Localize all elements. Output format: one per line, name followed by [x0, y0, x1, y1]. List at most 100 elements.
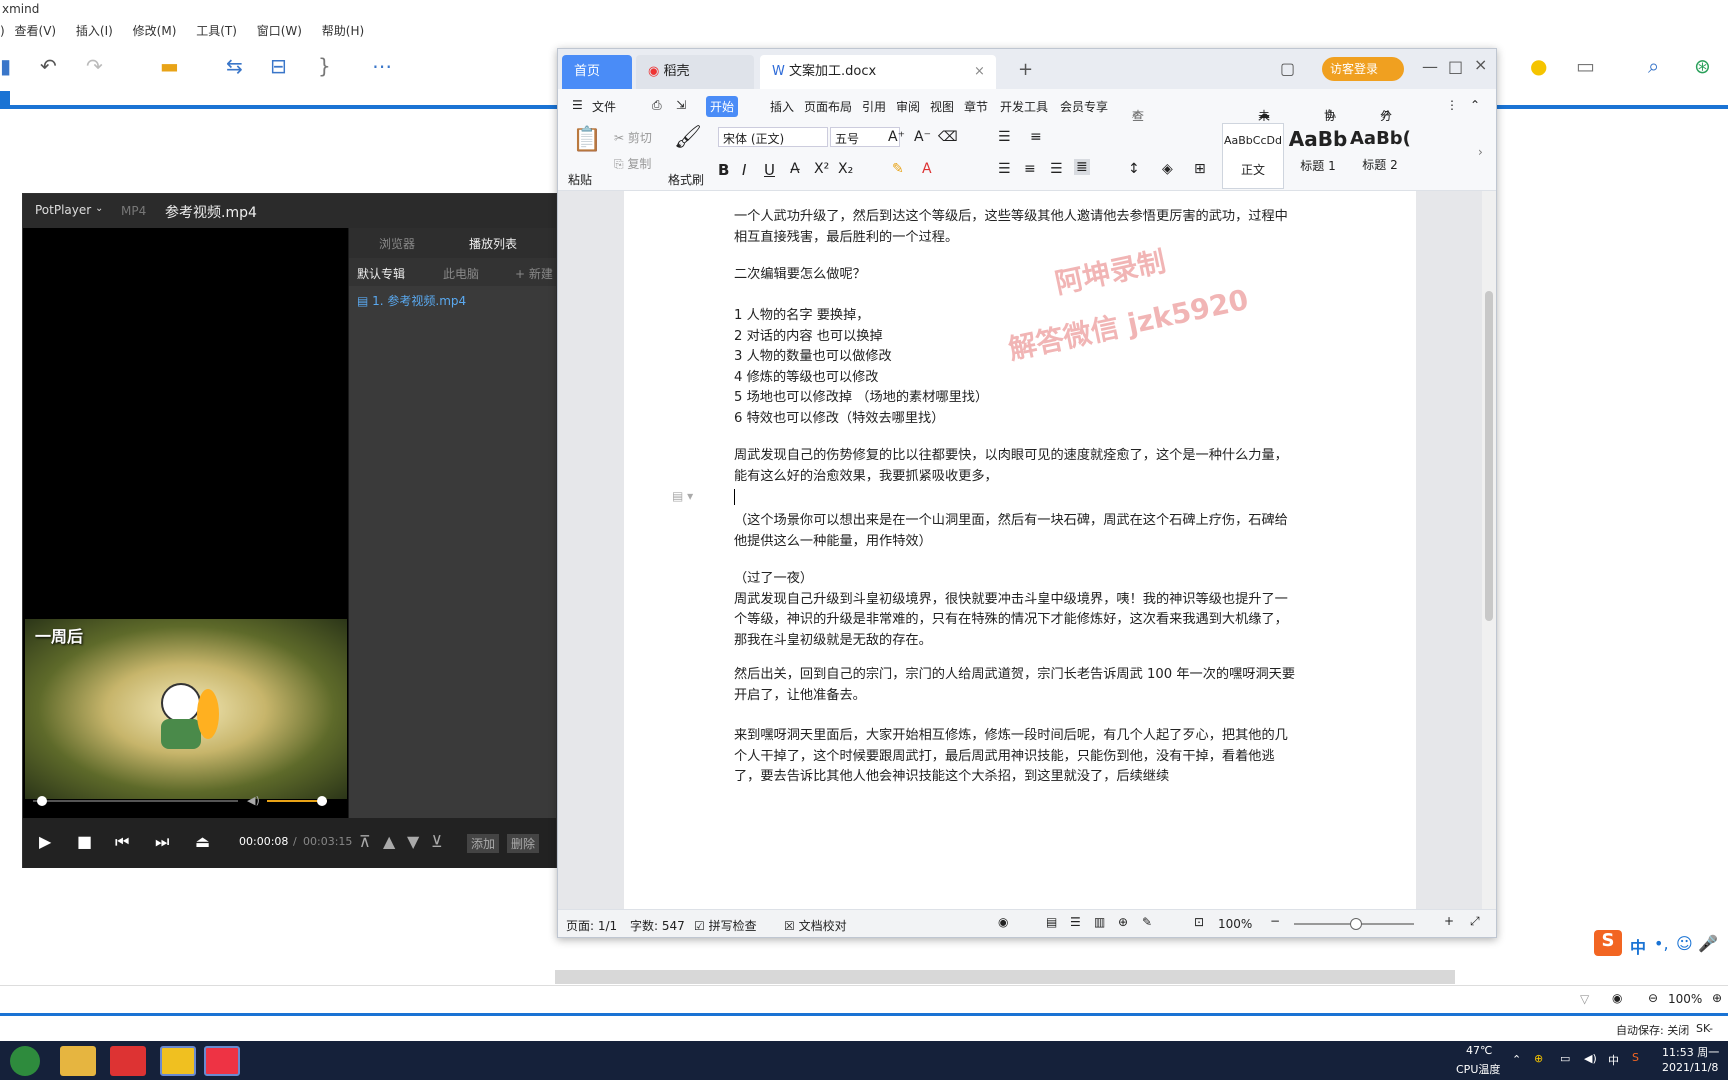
explorer-icon[interactable] — [60, 1046, 96, 1076]
tab-document[interactable]: W 文案加工.docx × — [760, 55, 996, 89]
paragraph-handle-icon[interactable]: ▤ ▾ — [672, 489, 693, 503]
align-right-icon[interactable]: ☰ — [1050, 161, 1063, 177]
next-icon[interactable]: ⏭ — [155, 832, 169, 852]
export-icon[interactable]: ⇲ — [676, 98, 686, 112]
stop-icon[interactable]: ■ — [77, 832, 92, 851]
subscript-icon[interactable]: X₂ — [838, 161, 853, 177]
menu-insert[interactable]: 插入(I) — [76, 22, 113, 39]
speaker-icon[interactable]: ◀) — [1584, 1052, 1597, 1065]
menu-view[interactable]: 查看(V) — [15, 22, 57, 39]
move-bottom-icon[interactable]: ⊻ — [431, 832, 443, 851]
topic-icon[interactable]: ▬ — [160, 56, 179, 76]
idea-icon[interactable]: ● — [1530, 56, 1547, 76]
strike-icon[interactable]: A̶ — [790, 161, 800, 177]
menu-dev[interactable]: 开发工具 — [1000, 98, 1048, 115]
outline-view-icon[interactable]: ☰ — [1070, 915, 1081, 929]
seek-handle[interactable] — [37, 796, 47, 806]
subtab-default[interactable]: 默认专辑 — [357, 265, 405, 282]
maximize-icon[interactable]: □ — [1448, 57, 1463, 76]
shading-icon[interactable]: ◈ — [1162, 161, 1173, 177]
clock-time[interactable]: 11:53 周一 — [1662, 1044, 1719, 1060]
potplayer-taskbar-icon[interactable] — [160, 1046, 196, 1076]
bullets-icon[interactable]: ☰ — [998, 129, 1011, 145]
eye-icon[interactable]: ◉ — [1612, 991, 1622, 1005]
menu-modify[interactable]: 修改(M) — [133, 22, 177, 39]
justify-icon[interactable]: ≣ — [1074, 159, 1090, 175]
sogou-icon[interactable]: S — [1594, 930, 1622, 956]
zoom-handle[interactable] — [1350, 918, 1362, 930]
menu-window[interactable]: 窗口(W) — [257, 22, 302, 39]
tab-daoke[interactable]: ◉ 稻壳 — [636, 55, 754, 89]
zoom-in-icon[interactable]: ⊕ — [1712, 991, 1722, 1005]
zoom-out-icon[interactable]: − — [1270, 914, 1280, 928]
paragraph-6[interactable]: 然后出关，回到自己的宗门，宗门的人给周武道贺，宗门长老告诉周武 100 年一次的… — [734, 665, 1299, 706]
more-icon[interactable]: ⋮ — [1446, 98, 1458, 112]
tray-app-icon[interactable]: ⊕ — [1534, 1052, 1543, 1065]
subtab-this-pc[interactable]: 此电脑 — [443, 265, 479, 282]
layout-icon[interactable]: ▢ — [1280, 59, 1295, 78]
video-area[interactable]: 一周后 — [23, 228, 348, 818]
menu-file[interactable]: 文件 — [592, 98, 616, 115]
doc-proof[interactable]: ☒ 文档校对 — [784, 917, 847, 934]
style-heading2[interactable]: AaBb( 标题 2 — [1350, 123, 1410, 189]
menu-review[interactable]: 审阅 — [896, 98, 920, 115]
align-left-icon[interactable]: ☰ — [998, 161, 1011, 177]
relationship-icon[interactable]: ⇆ — [226, 56, 243, 76]
bold-icon[interactable]: B — [718, 161, 729, 179]
seek-bar[interactable] — [33, 800, 238, 802]
web-view-icon[interactable]: ⊕ — [1118, 915, 1128, 929]
window-close-icon[interactable]: × — [1474, 55, 1487, 74]
italic-icon[interactable]: I — [742, 161, 746, 179]
paragraph-5[interactable]: （过了一夜） 周武发现自己升级到斗皇初级境界，很快就要冲击斗皇中级境界，咦！我的… — [734, 569, 1299, 651]
page-view-icon[interactable]: ▤ — [1046, 915, 1057, 929]
paragraph-2[interactable]: 二次编辑要怎么做呢？ — [734, 265, 1299, 286]
menu-layout[interactable]: 页面布局 — [804, 98, 852, 115]
menu-start[interactable]: 开始 — [706, 96, 739, 117]
zoom-in-icon[interactable]: + — [1444, 914, 1454, 928]
fullscreen-icon[interactable]: ⤢ — [1470, 914, 1480, 929]
add-button[interactable]: 添加 — [467, 834, 500, 853]
login-button[interactable]: 访客登录 — [1322, 57, 1404, 81]
move-top-icon[interactable]: ⊼ — [359, 832, 371, 851]
volume-icon[interactable]: ◀) — [247, 794, 260, 807]
mic-icon[interactable]: 🎤 — [1698, 934, 1718, 953]
menu-insert[interactable]: 插入 — [770, 98, 794, 115]
redo-icon[interactable]: ↷ — [86, 56, 103, 76]
share-icon[interactable]: ⊛ — [1694, 56, 1711, 76]
close-icon[interactable]: × — [974, 55, 985, 89]
tray-expand-icon[interactable]: ⌃ — [1512, 1053, 1521, 1066]
prev-icon[interactable]: ⏮ — [115, 832, 129, 852]
filter-icon[interactable]: ▽ — [1580, 992, 1589, 1006]
read-view-icon[interactable]: ▥ — [1094, 915, 1105, 929]
menu-reference[interactable]: 引用 — [862, 98, 886, 115]
superscript-icon[interactable]: X² — [814, 161, 829, 177]
document-page[interactable]: 一个人武功升级了，然后到达这个等级后，这些等级其他人邀请他去参悟更厉害的武功，过… — [624, 191, 1416, 909]
emoji-icon[interactable]: ☺ — [1676, 934, 1693, 953]
more-icon[interactable]: ⋯ — [372, 56, 392, 76]
paste-label[interactable]: 粘贴 — [568, 171, 592, 188]
ime-toolbar[interactable]: S 中 •, ☺ 🎤 — [1592, 928, 1728, 958]
move-down-icon[interactable]: ▼ — [407, 832, 419, 851]
align-center-icon[interactable]: ≡ — [1024, 161, 1036, 177]
save-icon[interactable]: ⎙ — [652, 98, 662, 113]
zoom-out-icon[interactable]: ⊖ — [1648, 991, 1658, 1005]
undo-icon[interactable]: ↶ — [40, 56, 57, 76]
start-icon[interactable] — [10, 1046, 40, 1076]
paragraph-4[interactable]: （这个场景你可以想出来是在一个山洞里面，然后有一块石碑，周武在这个石碑上疗伤，石… — [734, 511, 1299, 552]
menu-tools[interactable]: 工具(T) — [196, 22, 237, 39]
menu-chapter[interactable]: 章节 — [964, 98, 988, 115]
punctuation-icon[interactable]: •, — [1654, 934, 1669, 953]
save-icon[interactable]: ▮ — [0, 56, 11, 76]
collapse-icon[interactable]: ⌃ — [1470, 98, 1480, 112]
move-up-icon[interactable]: ▲ — [383, 832, 395, 851]
highlight-icon[interactable]: ✎ — [892, 161, 904, 177]
grow-font-icon[interactable]: A⁺ — [888, 129, 905, 145]
line-spacing-icon[interactable]: ↕ — [1128, 161, 1140, 177]
style-normal[interactable]: AaBbCcDd 正文 — [1222, 123, 1284, 189]
clock-date[interactable]: 2021/11/8 — [1662, 1061, 1718, 1074]
menu-view[interactable]: 视图 — [930, 98, 954, 115]
potplayer-titlebar[interactable]: PotPlayer ⌄ MP4 参考视频.mp4 — [23, 194, 556, 228]
boundary-icon[interactable]: ⊟ — [270, 56, 287, 76]
border-icon[interactable]: ⊞ — [1194, 161, 1206, 177]
fit-icon[interactable]: ⊡ — [1194, 915, 1204, 929]
